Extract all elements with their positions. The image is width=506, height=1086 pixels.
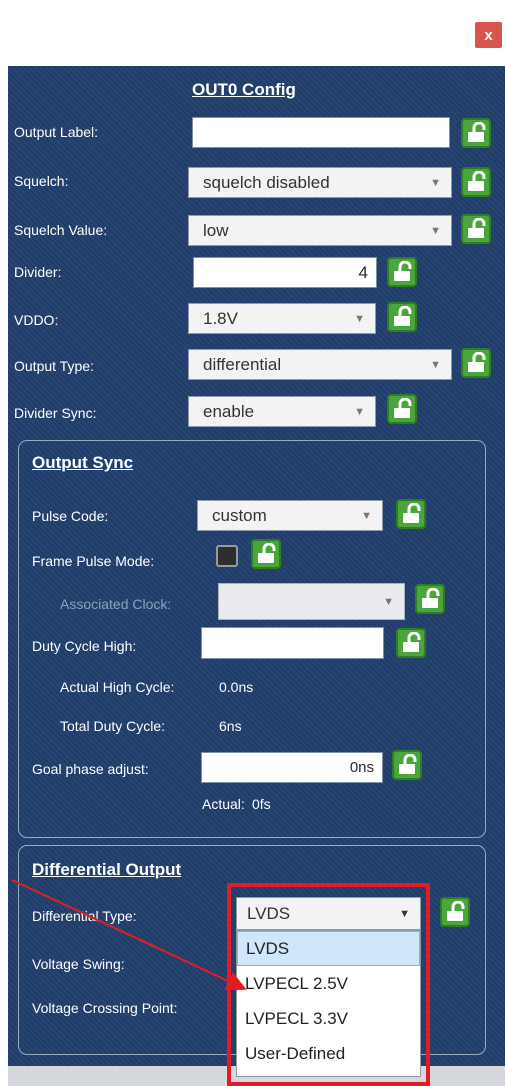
annotation-arrow: [11, 879, 247, 991]
